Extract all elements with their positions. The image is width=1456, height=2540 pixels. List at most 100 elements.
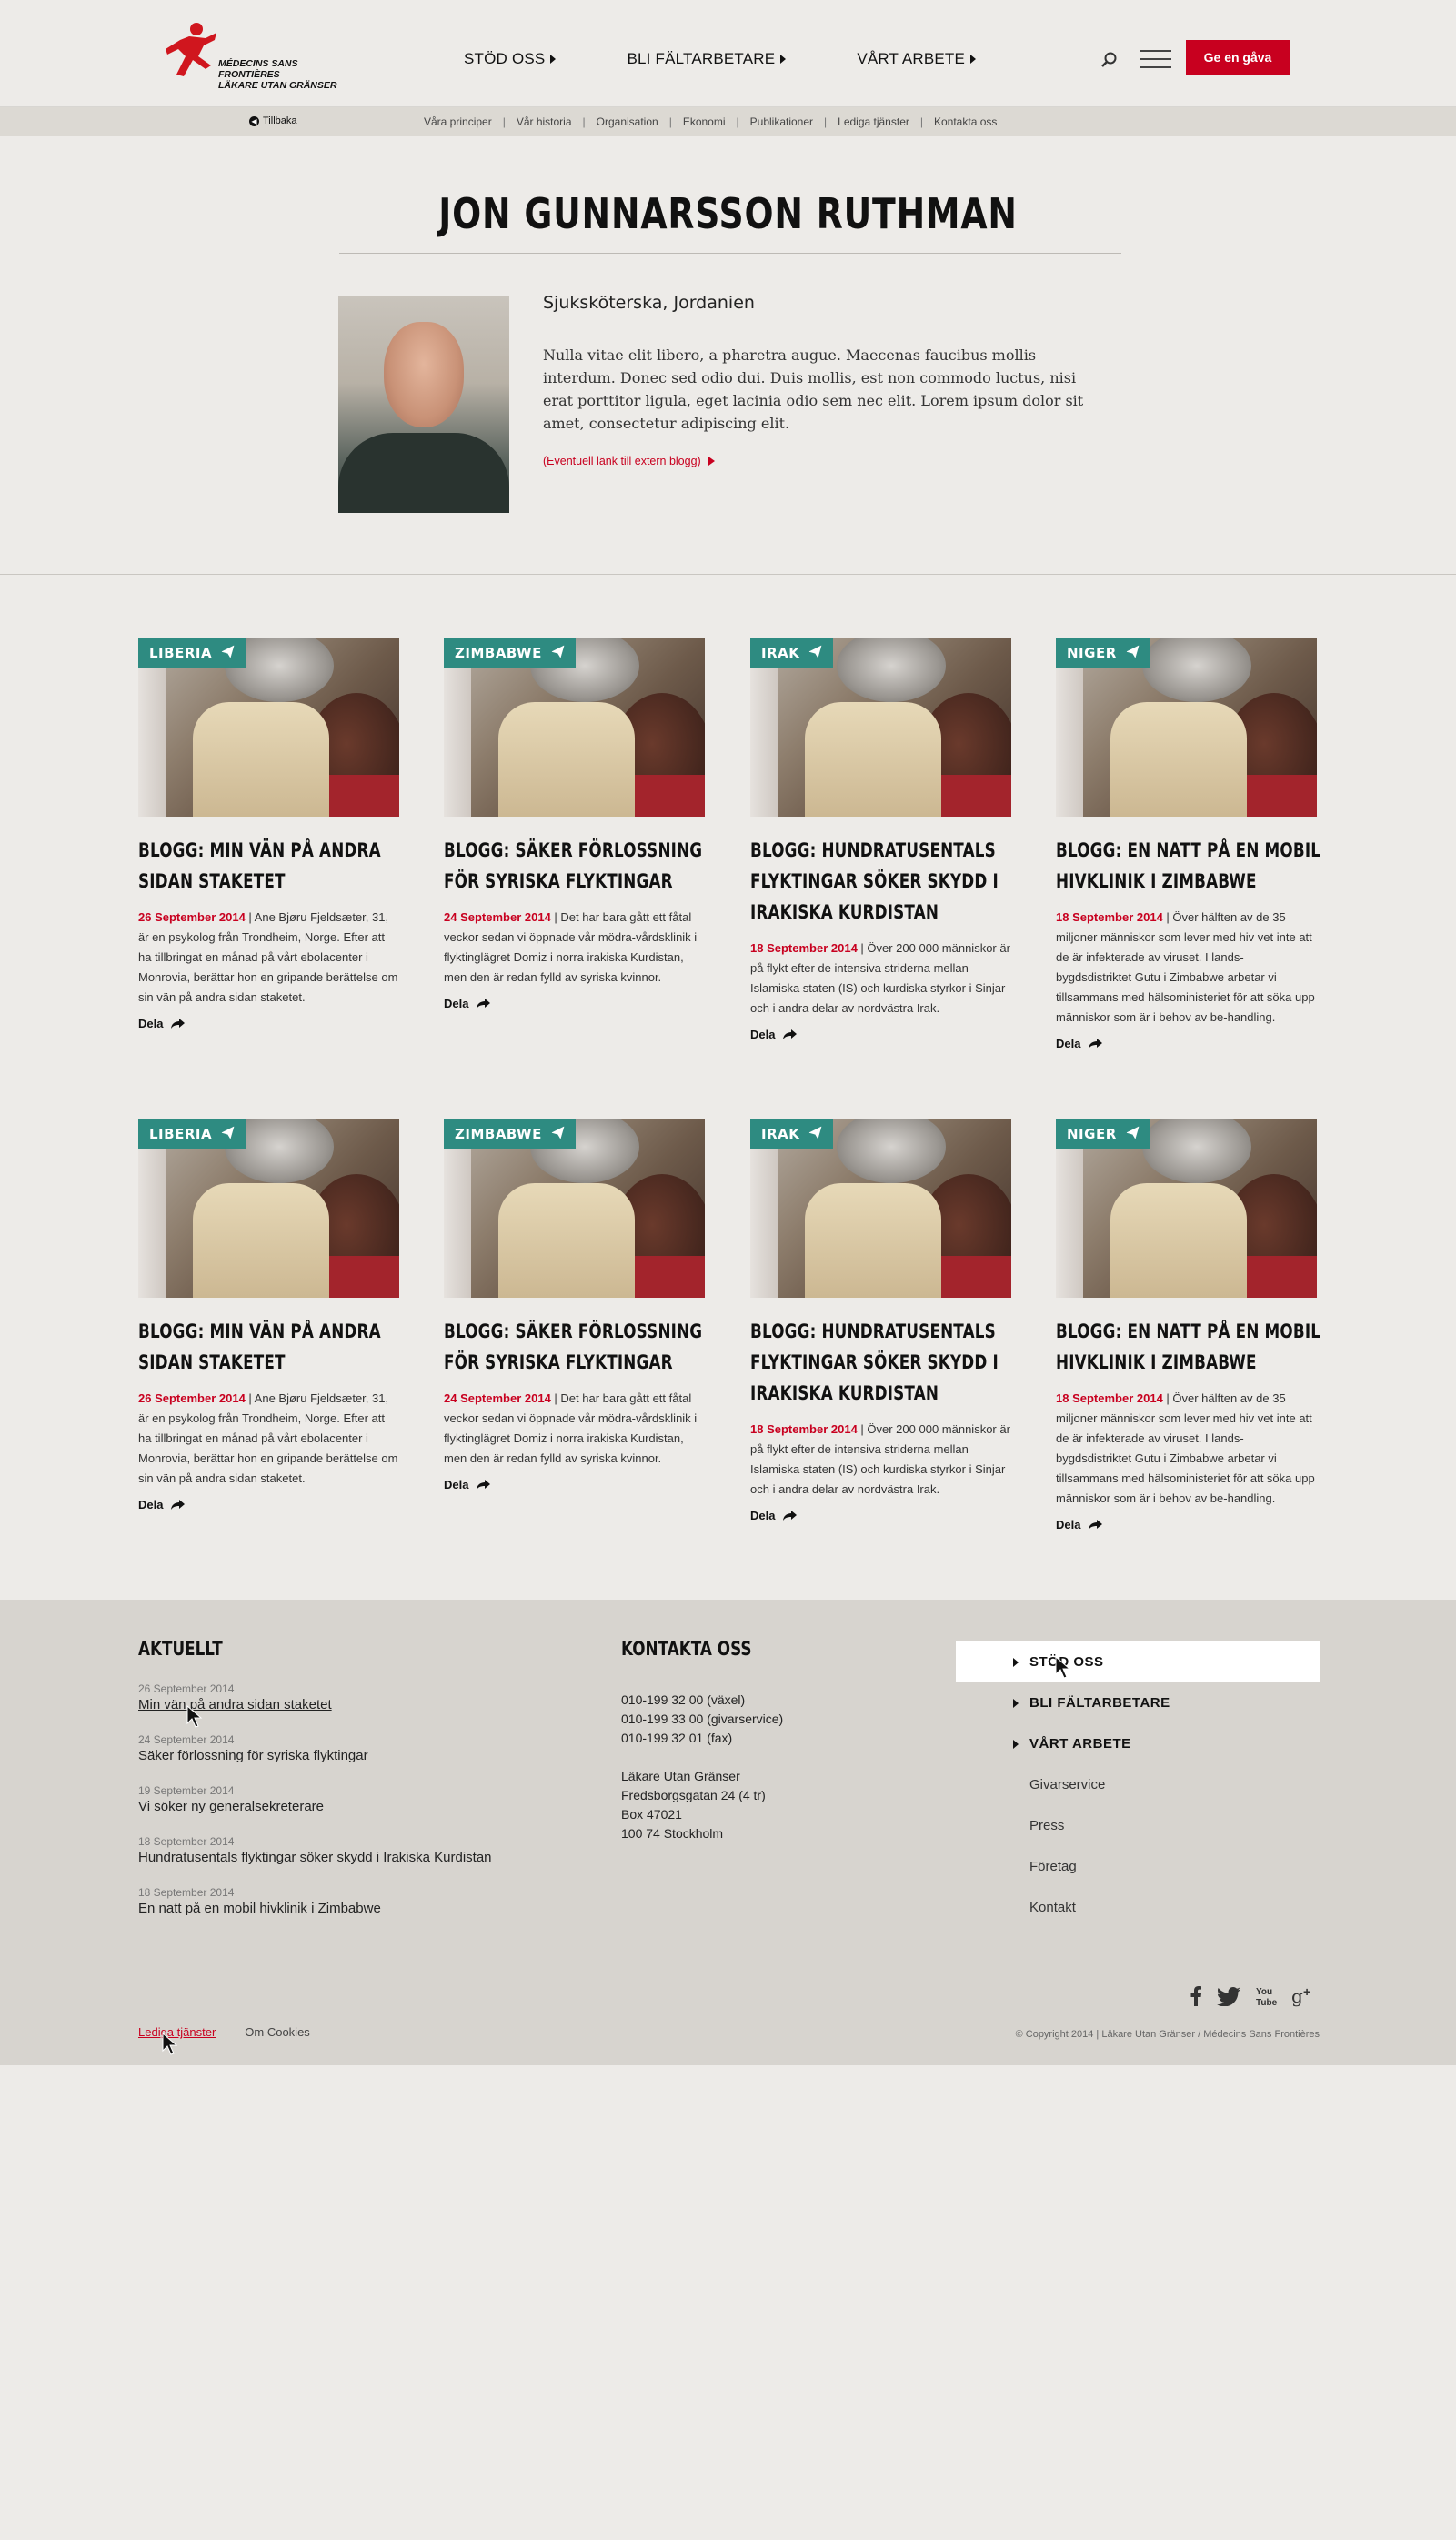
blog-card-image[interactable]: ZIMBABWE [444,1119,705,1298]
svg-text:+: + [1303,1985,1310,1999]
googleplus-icon[interactable]: g + [1291,1984,1317,2011]
footer-menu-stod-oss[interactable]: STÖD OSS [956,1641,1320,1682]
share-button[interactable]: Dela [138,1498,399,1511]
blog-card-title[interactable]: BLOGG: HUNDRATUSENTALS FLYKTINGAR SÖKER S… [750,835,1011,928]
blog-card-image[interactable]: ZIMBABWE [444,638,705,817]
blog-card-title[interactable]: BLOGG: EN NATT PÅ EN MOBIL HIVKLINIK I ZI… [1056,1316,1320,1378]
footer-menu-foretag[interactable]: Företag [956,1846,1320,1887]
share-arrow-icon [477,1479,491,1490]
svg-text:You: You [1256,1987,1272,1997]
blog-card-title[interactable]: BLOGG: SÄKER FÖRLOSSNING FÖR SYRISKA FLYK… [444,1316,705,1378]
contact-heading: KONTAKTA OSS [621,1638,752,1660]
phone-switchboard: 010-199 32 00 (växel) [621,1692,746,1707]
footer-menu-kontakt[interactable]: Kontakt [956,1887,1320,1928]
give-donation-button[interactable]: Ge en gåva [1186,40,1290,75]
logo-line-1: MÉDECINS SANS FRONTIÈRES [218,58,298,80]
blog-card-image[interactable]: IRAK [750,1119,1011,1298]
share-label: Dela [750,1509,776,1522]
site-header: MÉDECINS SANS FRONTIÈRES LÄKARE UTAN GRÄ… [0,0,1456,107]
news-link[interactable]: Hundratusentals flyktingar söker skydd i… [138,1849,493,1867]
footer-menu-vart-arbete[interactable]: VÅRT ARBETE [956,1723,1320,1764]
country-label: IRAK [761,645,800,661]
blog-card-image[interactable]: LIBERIA [138,638,399,817]
share-arrow-icon [171,1018,186,1029]
hamburger-menu-icon[interactable] [1140,50,1171,70]
country-tag[interactable]: IRAK [750,638,834,668]
search-icon[interactable] [1100,51,1119,69]
subnav-link[interactable]: Lediga tjänster [838,115,909,128]
external-blog-link[interactable]: (Eventuell länk till extern blogg) [543,455,715,467]
subnav-link[interactable]: Publikationer [750,115,813,128]
news-link[interactable]: Vi söker ny generalsekreterare [138,1798,493,1816]
country-tag[interactable]: ZIMBABWE [444,1119,576,1149]
footer-menu-press[interactable]: Press [956,1805,1320,1846]
subnav-link[interactable]: Kontakta oss [934,115,997,128]
page-title: JON GUNNARSSON RUTHMAN [438,189,1018,238]
author-portrait [338,296,509,513]
share-button[interactable]: Dela [750,1509,1011,1522]
news-heading: AKTUELLT [138,1638,223,1660]
subnav-link[interactable]: Organisation [597,115,658,128]
blog-card-title[interactable]: BLOGG: EN NATT PÅ EN MOBIL HIVKLINIK I ZI… [1056,835,1320,897]
blog-card-date: 18 September 2014 [1056,910,1163,924]
blog-card-image[interactable]: NIGER [1056,638,1317,817]
blog-card-excerpt: 26 September 2014 | Ane Bjøru Fjeldsæter… [138,1391,398,1485]
country-tag[interactable]: IRAK [750,1119,834,1149]
country-tag[interactable]: NIGER [1056,1119,1150,1149]
blog-card-title[interactable]: BLOGG: SÄKER FÖRLOSSNING FÖR SYRISKA FLYK… [444,835,705,897]
country-tag[interactable]: LIBERIA [138,638,246,668]
share-button[interactable]: Dela [750,1028,1011,1041]
subnav-link[interactable]: Ekonomi [683,115,726,128]
share-button[interactable]: Dela [1056,1037,1317,1050]
blog-card-image[interactable]: LIBERIA [138,1119,399,1298]
country-tag[interactable]: ZIMBABWE [444,638,576,668]
twitter-icon[interactable] [1217,1986,1240,2010]
social-links: You Tube g + [1190,1984,1317,2011]
share-button[interactable]: Dela [138,1017,399,1030]
news-link[interactable]: En natt på en mobil hivklinik i Zimbabwe [138,1900,493,1918]
footer-menu-givarservice[interactable]: Givarservice [956,1764,1320,1805]
mouse-cursor-icon [162,2033,178,2055]
cookies-link[interactable]: Om Cookies [245,2025,310,2039]
news-date: 26 September 2014 [138,1682,235,1695]
sub-nav: ◀ Tillbaka Våra principer | Vår historia | … [0,107,1456,136]
nav-bli-faltarbetare[interactable]: BLI FÄLTARBETARE [627,50,787,68]
mouse-cursor-icon [1055,1656,1071,1679]
sub-nav-links: Våra principer | Vår historia | Organisati… [424,115,997,128]
blog-card-title[interactable]: BLOGG: HUNDRATUSENTALS FLYKTINGAR SÖKER S… [750,1316,1011,1409]
logo-line-2: LÄKARE UTAN GRÄNSER [218,80,337,91]
news-item: 24 September 2014 Säker förlossning för s… [138,1732,493,1765]
country-tag[interactable]: NIGER [1056,638,1150,668]
footer-menu-label: VÅRT ARBETE [1029,1736,1131,1752]
paper-plane-icon [221,1125,235,1143]
share-button[interactable]: Dela [444,1478,705,1491]
separator: | [668,115,672,128]
blog-card-title[interactable]: BLOGG: MIN VÄN PÅ ANDRASIDAN STAKETET [138,835,399,897]
news-link[interactable]: Säker förlossning för syriska flyktingar [138,1747,493,1765]
blog-card-title[interactable]: BLOGG: MIN VÄN PÅ ANDRASIDAN STAKETET [138,1316,399,1378]
back-arrow-icon: ◀ [249,115,259,126]
separator: | [736,115,739,128]
blog-card-image[interactable]: IRAK [750,638,1011,817]
country-tag[interactable]: LIBERIA [138,1119,246,1149]
subnav-link[interactable]: Vår historia [517,115,572,128]
postal-city: 100 74 Stockholm [621,1826,724,1841]
divider [339,253,1121,254]
blog-card-excerpt: 18 September 2014 | Över 200 000 människ… [750,941,1010,1015]
nav-vart-arbete[interactable]: VÅRT ARBETE [857,50,977,68]
paper-plane-icon [808,1125,822,1143]
msf-logo[interactable]: MÉDECINS SANS FRONTIÈRES LÄKARE UTAN GRÄ… [164,22,355,91]
footer-menu-bli-faltarbetare[interactable]: BLI FÄLTARBETARE [956,1682,1320,1723]
share-label: Dela [138,1498,164,1511]
back-link[interactable]: ◀ Tillbaka [249,115,297,126]
nav-stod-oss[interactable]: STÖD OSS [464,50,557,68]
paper-plane-icon [551,644,565,662]
blog-card-image[interactable]: NIGER [1056,1119,1317,1298]
share-button[interactable]: Dela [444,997,705,1010]
share-button[interactable]: Dela [1056,1518,1317,1531]
youtube-icon[interactable]: You Tube [1255,1985,1278,2011]
subnav-link[interactable]: Våra principer [424,115,492,128]
facebook-icon[interactable] [1190,1986,1202,2010]
main-nav: STÖD OSS BLI FÄLTARBETARE VÅRT ARBETE [464,50,977,68]
country-label: IRAK [761,1126,800,1142]
